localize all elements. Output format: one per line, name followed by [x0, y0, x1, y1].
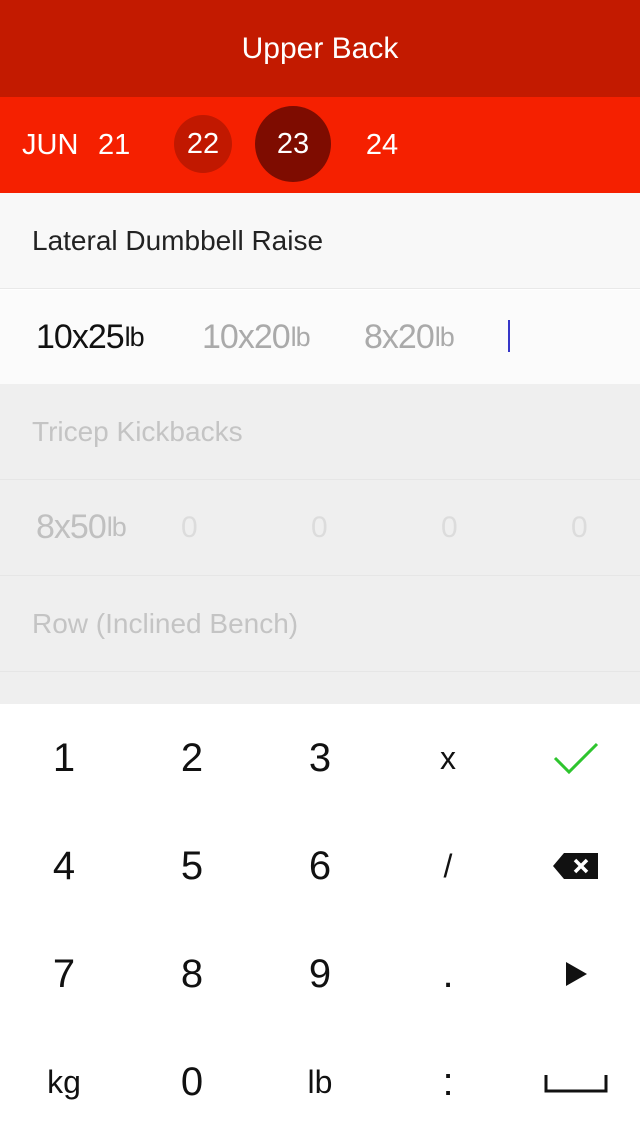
key-colon[interactable]: : [384, 1028, 512, 1136]
set-2[interactable]: 10x20 lb [202, 290, 311, 384]
check-icon[interactable] [512, 704, 640, 812]
set-1[interactable]: 8x50 lb [36, 480, 127, 575]
day-23-label: 23 [276, 127, 310, 160]
day-21[interactable]: 21 [98, 97, 130, 193]
day-22-label: 22 [186, 127, 220, 160]
key-dot[interactable]: . [384, 920, 512, 1028]
exercise-name: Lateral Dumbbell Raise [32, 224, 324, 256]
next-icon[interactable] [512, 920, 640, 1028]
exercise-tricep-kickbacks[interactable]: Tricep Kickbacks [0, 384, 640, 480]
empty-set[interactable]: 0 [441, 480, 458, 575]
top-title-bar: Upper Back [0, 0, 640, 97]
key-4[interactable]: 4 [0, 812, 128, 920]
text-cursor [508, 320, 510, 352]
key-7[interactable]: 7 [0, 920, 128, 1028]
set-1[interactable]: 10x25 lb [36, 290, 145, 384]
day-23-selected[interactable]: 23 [255, 106, 331, 182]
space-icon[interactable] [512, 1028, 640, 1136]
day-24[interactable]: 24 [364, 97, 400, 193]
exercise-lateral-dumbbell-raise[interactable]: Lateral Dumbbell Raise [0, 193, 640, 289]
list-spacer [0, 672, 640, 704]
numeric-keyboard: 1 2 3 x 4 5 6 / 7 8 9 . kg 0 lb : [0, 704, 640, 1136]
key-0[interactable]: 0 [128, 1028, 256, 1136]
key-x[interactable]: x [384, 704, 512, 812]
set-3[interactable]: 8x20 lb [364, 290, 455, 384]
exercise-name: Row (Inclined Bench) [32, 607, 299, 639]
active-sets-row[interactable]: 10x25 lb 10x20 lb 8x20 lb [0, 290, 640, 384]
day-22[interactable]: 22 [174, 115, 232, 173]
key-3[interactable]: 3 [256, 704, 384, 812]
tricep-sets-row[interactable]: 8x50 lb 0 0 0 0 [0, 480, 640, 576]
exercise-name: Tricep Kickbacks [32, 415, 243, 447]
key-9[interactable]: 9 [256, 920, 384, 1028]
key-6[interactable]: 6 [256, 812, 384, 920]
key-8[interactable]: 8 [128, 920, 256, 1028]
key-5[interactable]: 5 [128, 812, 256, 920]
empty-set[interactable]: 0 [181, 480, 198, 575]
key-1[interactable]: 1 [0, 704, 128, 812]
key-kg[interactable]: kg [0, 1028, 128, 1136]
empty-set[interactable]: 0 [311, 480, 328, 575]
key-lb[interactable]: lb [256, 1028, 384, 1136]
backspace-icon[interactable] [512, 812, 640, 920]
key-2[interactable]: 2 [128, 704, 256, 812]
page-title: Upper Back [241, 31, 399, 65]
exercise-row-inclined-bench[interactable]: Row (Inclined Bench) [0, 576, 640, 672]
key-slash[interactable]: / [384, 812, 512, 920]
month-label: JUN [22, 129, 79, 161]
empty-set[interactable]: 0 [571, 480, 588, 575]
date-selector: JUN 21 22 23 24 [0, 97, 640, 193]
